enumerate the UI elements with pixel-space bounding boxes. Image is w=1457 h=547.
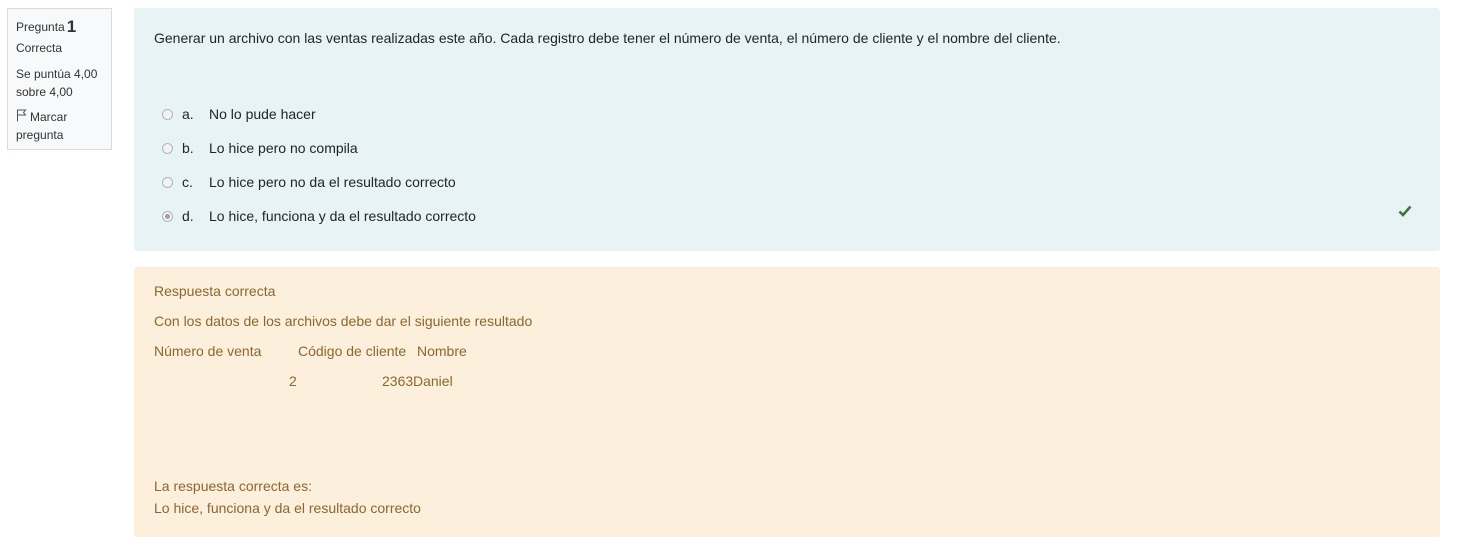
result-header-sale-number: Número de venta: [154, 343, 262, 359]
option-b-letter: b.: [182, 140, 194, 156]
option-a-letter: a.: [182, 106, 194, 122]
grade-line2: sobre 4,00: [16, 85, 73, 99]
feedback-panel: Respuesta correcta Con los datos de los …: [134, 267, 1440, 537]
question-formulation: Generar un archivo con las ventas realiz…: [134, 8, 1440, 251]
option-d-radio[interactable]: [162, 210, 173, 222]
option-c-letter: c.: [182, 174, 193, 190]
option-b[interactable]: b. Lo hice pero no compila: [162, 138, 358, 158]
result-cell-sale-number: 2: [289, 373, 297, 389]
option-d-label: Lo hice, funciona y da el resultado corr…: [209, 208, 476, 224]
check-icon: [1398, 205, 1412, 217]
flag-label-line1: Marcar: [30, 110, 68, 124]
question-text: Generar un archivo con las ventas realiz…: [154, 30, 1061, 46]
question-number: Pregunta 1: [16, 17, 103, 36]
option-c-radio[interactable]: [162, 176, 173, 188]
right-answer-label: La respuesta correcta es:: [154, 478, 312, 494]
option-b-label: Lo hice pero no compila: [209, 140, 358, 156]
option-a-label: No lo pude hacer: [209, 106, 316, 122]
option-c[interactable]: c. Lo hice pero no da el resultado corre…: [162, 172, 456, 192]
result-cell-client-code: 2363: [382, 373, 414, 389]
option-a-radio[interactable]: [162, 108, 173, 120]
question-number-value: 1: [66, 17, 77, 36]
option-c-label: Lo hice pero no da el resultado correcto: [209, 174, 456, 190]
option-d-letter: d.: [182, 208, 194, 224]
question-label: Pregunta: [16, 20, 65, 34]
question-info: Pregunta 1 Correcta Se puntúa 4,00 sobre …: [7, 8, 112, 150]
option-b-radio[interactable]: [162, 142, 173, 154]
option-a[interactable]: a. No lo pude hacer: [162, 104, 316, 124]
result-cell-name: Daniel: [413, 373, 453, 389]
flag-icon: [17, 109, 27, 122]
result-header-client-code: Código de cliente: [298, 343, 407, 359]
option-d[interactable]: d. Lo hice, funciona y da el resultado c…: [162, 206, 476, 226]
question-grade: Se puntúa 4,00 sobre 4,00: [16, 65, 103, 101]
flag-label-line2: pregunta: [16, 128, 64, 142]
feedback-title: Respuesta correcta: [154, 283, 276, 299]
grade-line1: Se puntúa 4,00: [16, 67, 98, 81]
flag-question-button[interactable]: Marcar pregunta: [16, 108, 103, 144]
question-state: Correcta: [16, 41, 63, 55]
result-header-name: Nombre: [417, 343, 467, 359]
right-answer-text: Lo hice, funciona y da el resultado corr…: [154, 500, 421, 516]
feedback-intro: Con los datos de los archivos debe dar e…: [154, 313, 533, 329]
